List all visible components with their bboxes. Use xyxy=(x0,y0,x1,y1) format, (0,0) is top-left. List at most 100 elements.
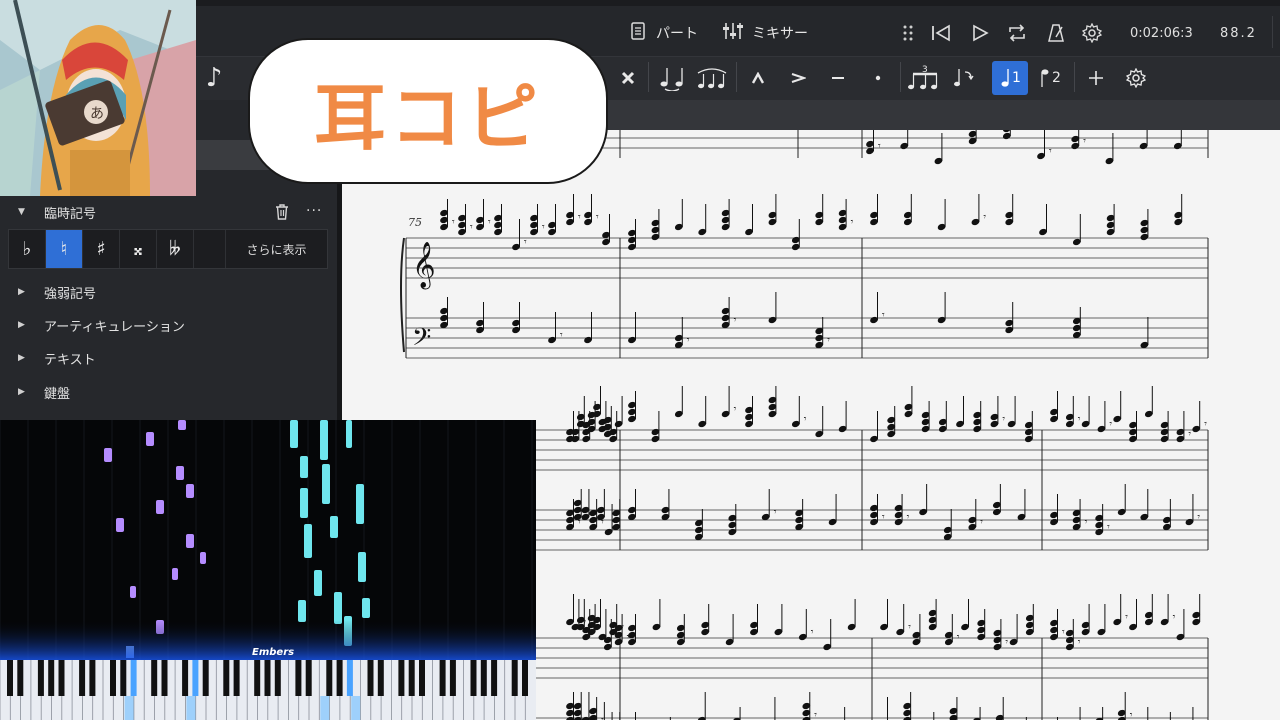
keyboard-section-header[interactable]: ▶ 鍵盤 xyxy=(0,377,336,407)
black-key xyxy=(192,660,199,696)
articulations-section-header[interactable]: ▶ アーティキュレーション xyxy=(0,310,336,340)
rest: 𝄾 xyxy=(578,212,581,223)
trash-icon[interactable] xyxy=(274,203,290,225)
measure-number: 75 xyxy=(408,216,422,229)
rest: 𝄾 xyxy=(601,715,604,720)
piano-note-cyan xyxy=(300,488,308,518)
mixer-label: ミキサー xyxy=(752,26,808,42)
rest: 𝄾 xyxy=(1188,429,1191,440)
metronome-icon[interactable] xyxy=(1046,20,1066,46)
rest: 𝄾 xyxy=(560,330,563,341)
black-key xyxy=(449,660,456,696)
gear-icon[interactable] xyxy=(1082,20,1102,46)
staccato-button[interactable] xyxy=(860,61,896,95)
voice-1-button[interactable]: 1 xyxy=(992,61,1028,95)
mixer-button[interactable]: ミキサー xyxy=(722,20,808,46)
piano-note-cyan xyxy=(346,420,352,448)
double-sharp-button[interactable] xyxy=(610,61,646,95)
text-section-header[interactable]: ▶ テキスト xyxy=(0,343,336,373)
rest: 𝄾 xyxy=(734,315,737,326)
accidentals-palette: ♭ ♮ ♯ 𝄪 𝄫 さらに表示 xyxy=(8,229,328,269)
black-key xyxy=(182,660,189,696)
app-window: パート ミキサー 0:02:06:3 88.2 ♪ 3 1 2 ▼ 臨時記号 ·… xyxy=(0,0,1280,720)
plus-icon[interactable] xyxy=(1078,61,1114,95)
palette-divider xyxy=(900,62,901,92)
piano-note-cyan xyxy=(314,570,322,596)
black-key xyxy=(264,660,271,696)
black-key xyxy=(522,660,528,696)
rewind-icon[interactable] xyxy=(930,20,952,46)
black-key xyxy=(161,660,168,696)
rest: 𝄾 xyxy=(827,335,830,346)
rest: 𝄾 xyxy=(983,212,986,223)
black-key xyxy=(223,660,230,696)
rest: 𝄾 xyxy=(470,222,473,233)
black-key xyxy=(491,660,498,696)
black-key xyxy=(367,660,374,696)
tie-button[interactable] xyxy=(654,61,690,95)
eighth-note-button[interactable]: ♪ xyxy=(196,61,232,95)
show-more-button[interactable]: さらに表示 xyxy=(226,230,327,268)
double-sharp-button[interactable]: 𝄪 xyxy=(120,230,157,268)
rest: 𝄾 xyxy=(804,414,807,425)
rest: 𝄾 xyxy=(907,512,910,523)
rest: 𝄾 xyxy=(1130,710,1133,720)
piano-note-cyan xyxy=(300,456,308,478)
black-key xyxy=(151,660,158,696)
piano-note-purple xyxy=(186,484,194,498)
note-icon: ♪ xyxy=(205,63,223,93)
rest: 𝄾 xyxy=(1078,637,1081,648)
rest: 𝄾 xyxy=(878,141,881,152)
black-key xyxy=(419,660,425,696)
sharp-button[interactable]: ♯ xyxy=(83,230,120,268)
grip-icon[interactable] xyxy=(902,20,914,46)
rest: 𝄾 xyxy=(1078,414,1081,425)
palette-divider xyxy=(648,62,649,92)
caption-bubble: 耳コピ xyxy=(248,38,608,184)
rest: 𝄾 xyxy=(687,335,690,346)
tuplet-button[interactable]: 3 xyxy=(906,61,942,95)
black-key xyxy=(48,660,55,696)
palette-settings-gear-icon[interactable] xyxy=(1118,61,1154,95)
slur-button[interactable] xyxy=(694,61,730,95)
black-key xyxy=(202,660,209,696)
flat-button[interactable]: ♭ xyxy=(9,230,46,268)
collapsed-triangle-icon: ▶ xyxy=(18,287,25,297)
black-key xyxy=(233,660,240,696)
rest: 𝄾 xyxy=(1109,419,1112,430)
play-icon[interactable] xyxy=(970,20,990,46)
piano-note-cyan xyxy=(320,420,328,460)
tenuto-button[interactable] xyxy=(820,61,856,95)
piano-note-purple xyxy=(116,518,124,532)
rest: 𝄾 xyxy=(452,217,455,228)
black-key xyxy=(274,660,281,696)
piano-note-cyan xyxy=(304,524,312,558)
voice-2-button[interactable]: 2 xyxy=(1032,61,1068,95)
double-flat-button[interactable]: 𝄫 xyxy=(157,230,194,268)
rest: 𝄾 xyxy=(774,507,777,518)
piano-note-purple xyxy=(172,568,178,580)
accent-button[interactable] xyxy=(780,61,816,95)
black-key xyxy=(346,660,353,696)
black-key xyxy=(408,660,415,696)
collapsed-triangle-icon: ▶ xyxy=(18,320,25,330)
piano-note-cyan xyxy=(330,516,338,538)
part-button[interactable]: パート xyxy=(630,20,698,46)
more-icon[interactable]: ··· xyxy=(306,203,322,219)
piano-note-purple xyxy=(146,432,154,446)
piano-note-cyan xyxy=(362,598,370,618)
voice-1-label: 1 xyxy=(1012,70,1021,86)
palette-divider xyxy=(1074,62,1075,92)
rest: 𝄾 xyxy=(908,622,911,633)
flip-direction-button[interactable] xyxy=(946,61,982,95)
tempo-display: 88.2 xyxy=(1220,25,1257,41)
empty-slot xyxy=(194,230,226,268)
black-key xyxy=(130,660,137,696)
dynamics-section-header[interactable]: ▶ 強弱記号 xyxy=(0,277,336,307)
loop-icon[interactable] xyxy=(1006,20,1028,46)
accidentals-header-label: 臨時記号 xyxy=(44,206,97,222)
rest: 𝄾 xyxy=(957,632,960,643)
natural-button[interactable]: ♮ xyxy=(46,230,83,268)
piano-note-purple xyxy=(156,500,164,514)
marcato-button[interactable] xyxy=(740,61,776,95)
